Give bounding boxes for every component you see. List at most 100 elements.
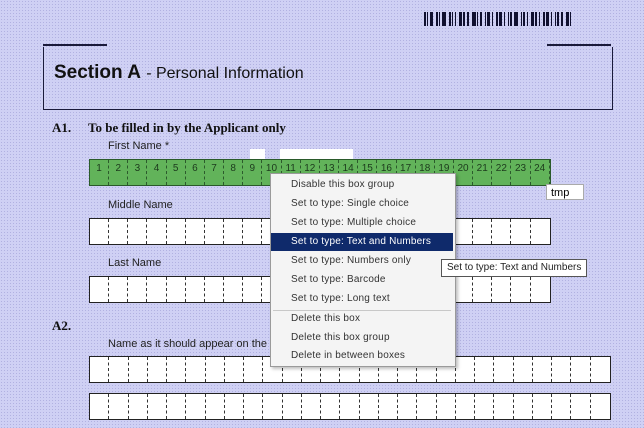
box-cell[interactable] (129, 394, 148, 419)
box-cell[interactable]: 23 (511, 160, 531, 185)
box-cell[interactable] (417, 394, 437, 419)
menu-item-long-text[interactable]: Set to type: Long text (271, 290, 453, 308)
box-cell[interactable] (109, 357, 129, 382)
box-cell[interactable] (148, 357, 167, 382)
box-cell[interactable] (167, 219, 186, 244)
box-cell[interactable] (243, 277, 263, 302)
box-cell[interactable] (283, 394, 302, 419)
box-cell[interactable] (225, 357, 244, 382)
box-cell[interactable] (379, 394, 398, 419)
box-cell[interactable]: 9 (243, 160, 263, 185)
box-cell[interactable] (475, 357, 495, 382)
menu-item-text-and-numbers[interactable]: Set to type: Text and Numbers (271, 233, 453, 251)
box-cell[interactable] (128, 277, 148, 302)
box-cell[interactable] (473, 277, 493, 302)
box-cell[interactable] (456, 357, 475, 382)
box-cell[interactable]: 22 (492, 160, 512, 185)
box-cell[interactable] (454, 219, 474, 244)
box-cell[interactable]: 21 (473, 160, 493, 185)
box-cell[interactable] (90, 357, 110, 382)
box-cell[interactable] (128, 219, 148, 244)
box-cell[interactable] (514, 357, 533, 382)
box-cell[interactable] (571, 394, 591, 419)
box-cell[interactable] (571, 357, 591, 382)
box-cell[interactable] (511, 277, 531, 302)
box-cell[interactable] (206, 394, 225, 419)
box-cell[interactable] (186, 357, 206, 382)
box-cell[interactable]: 8 (224, 160, 244, 185)
box-cell[interactable] (302, 394, 321, 419)
box-cell[interactable] (552, 394, 572, 419)
box-cell[interactable] (492, 277, 512, 302)
box-cell[interactable]: 24 (531, 160, 550, 185)
box-cell[interactable] (456, 394, 475, 419)
box-cell[interactable] (398, 394, 418, 419)
box-cell[interactable] (531, 277, 550, 302)
box-cell[interactable] (186, 277, 205, 302)
box-cell[interactable] (263, 394, 283, 419)
box-cell[interactable] (321, 394, 341, 419)
box-cell[interactable] (244, 394, 264, 419)
box-cell[interactable] (205, 277, 225, 302)
box-cell[interactable] (109, 277, 129, 302)
box-cell[interactable]: 2 (109, 160, 129, 185)
tmp-field[interactable]: tmp (546, 184, 584, 200)
menu-item-delete-box-group[interactable]: Delete this box group (271, 329, 453, 347)
box-cell[interactable] (206, 357, 225, 382)
box-cell[interactable]: 3 (128, 160, 148, 185)
box-cell[interactable] (340, 394, 360, 419)
box-cell[interactable] (167, 277, 186, 302)
barcode-bar (566, 12, 569, 26)
box-cell[interactable] (109, 219, 129, 244)
box-cell[interactable]: 7 (205, 160, 225, 185)
box-cell[interactable] (147, 277, 167, 302)
box-cell[interactable] (591, 357, 610, 382)
box-cell[interactable]: 20 (454, 160, 474, 185)
menu-item-delete-box[interactable]: Delete this box (271, 310, 453, 328)
box-cell[interactable] (147, 219, 167, 244)
box-cell[interactable] (475, 394, 495, 419)
box-cell[interactable] (167, 394, 187, 419)
box-cell[interactable] (473, 219, 493, 244)
box-cell[interactable] (511, 219, 531, 244)
box-cell[interactable] (494, 357, 514, 382)
menu-item-disable-group[interactable]: Disable this box group (271, 176, 453, 194)
box-cell[interactable] (224, 219, 244, 244)
box-cell[interactable] (148, 394, 167, 419)
box-cell[interactable] (533, 394, 552, 419)
box-cell[interactable] (244, 357, 264, 382)
box-cell[interactable] (167, 357, 187, 382)
box-cell[interactable] (591, 394, 610, 419)
box-cell[interactable] (109, 394, 129, 419)
box-cell[interactable] (533, 357, 552, 382)
box-cell[interactable]: 6 (186, 160, 205, 185)
box-cell[interactable] (531, 219, 550, 244)
box-cell[interactable] (90, 277, 110, 302)
menu-item-multiple-choice[interactable]: Set to type: Multiple choice (271, 214, 453, 232)
barcode-bar (449, 12, 451, 26)
box-cell[interactable] (243, 219, 263, 244)
box-cell[interactable] (492, 219, 512, 244)
box-cell[interactable]: 1 (90, 160, 110, 185)
box-cell[interactable] (129, 357, 148, 382)
box-cell[interactable] (454, 277, 474, 302)
menu-item-delete-between[interactable]: Delete in between boxes (271, 347, 453, 365)
box-cell[interactable] (90, 394, 110, 419)
box-cell[interactable] (186, 219, 205, 244)
box-cell[interactable] (494, 394, 514, 419)
box-cell[interactable]: 5 (167, 160, 186, 185)
box-cell[interactable] (360, 394, 379, 419)
box-cell[interactable]: 4 (147, 160, 167, 185)
menu-item-numbers-only[interactable]: Set to type: Numbers only (271, 252, 453, 270)
box-cell[interactable] (437, 394, 456, 419)
box-cell[interactable] (552, 357, 572, 382)
box-cell[interactable] (514, 394, 533, 419)
name-appear-box-group-2[interactable] (89, 393, 611, 420)
box-cell[interactable] (186, 394, 206, 419)
box-cell[interactable] (225, 394, 244, 419)
menu-item-single-choice[interactable]: Set to type: Single choice (271, 195, 453, 213)
menu-item-barcode[interactable]: Set to type: Barcode (271, 271, 453, 289)
box-cell[interactable] (205, 219, 225, 244)
box-cell[interactable] (224, 277, 244, 302)
box-cell[interactable] (90, 219, 110, 244)
